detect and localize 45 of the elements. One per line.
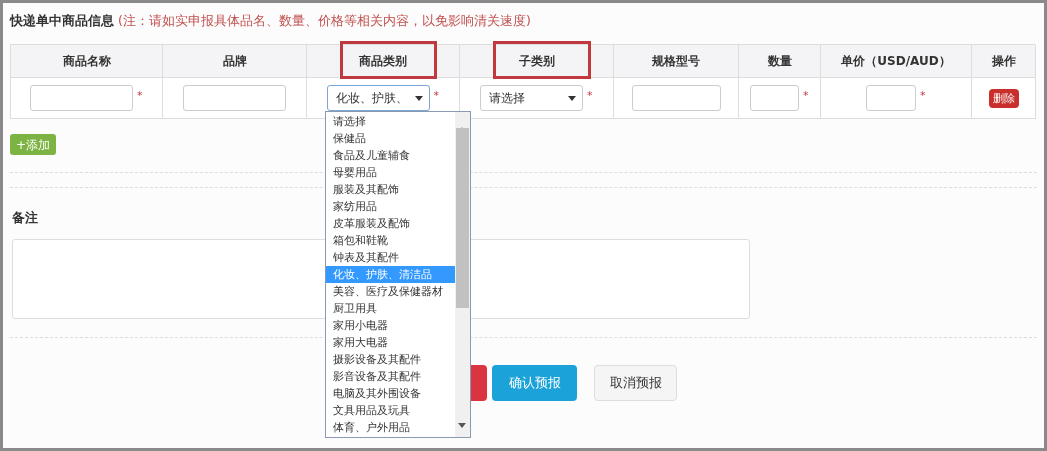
select-field[interactable]: 请选择 [480, 85, 583, 111]
caret-icon[interactable] [414, 95, 423, 101]
remarks-label: 备注 [12, 210, 38, 227]
section-title: 快递单中商品信息 [10, 13, 114, 30]
required-mark: * [803, 89, 809, 102]
dropdown-option[interactable]: 保健品 [326, 130, 455, 147]
cancel-button[interactable]: 取消预报 [594, 365, 677, 401]
scrollbar[interactable] [455, 112, 470, 437]
column-header: 商品名称 [11, 45, 163, 78]
dropdown-option[interactable]: 电脑及其外围设备 [326, 385, 455, 402]
dropdown-option[interactable]: 箱包和鞋靴 [326, 232, 455, 249]
dropdown-option[interactable]: 母婴用品 [326, 164, 455, 181]
dropdown-option[interactable]: 家用小电器 [326, 317, 455, 334]
required-mark: * [137, 89, 143, 102]
dropdown-option[interactable]: 请选择 [326, 113, 455, 130]
dropdown-option[interactable]: 体育、户外用品 [326, 419, 455, 436]
input-field[interactable] [30, 85, 133, 111]
dropdown-option[interactable]: 文具用品及玩具 [326, 402, 455, 419]
input-field[interactable] [750, 85, 799, 111]
input-field[interactable] [183, 85, 286, 111]
dropdown-option[interactable]: 美容、医疗及保健器材 [326, 283, 455, 300]
dropdown-option[interactable]: 服装及其配饰 [326, 181, 455, 198]
column-header: 品牌 [163, 45, 307, 78]
column-header: 操作 [972, 45, 1036, 78]
delete-button[interactable]: 删除 [988, 88, 1019, 108]
dropdown-option[interactable]: 家用大电器 [326, 334, 455, 351]
caret-icon[interactable] [568, 95, 576, 101]
input-field[interactable] [631, 85, 721, 111]
required-mark: * [587, 89, 593, 102]
input-field[interactable] [866, 85, 916, 111]
dropdown-option[interactable]: 皮革服装及配饰 [326, 215, 455, 232]
dropdown-option[interactable]: 影音设备及其配件 [326, 368, 455, 385]
select-field[interactable]: 化妆、护肤、 [326, 85, 430, 111]
column-header: 单价（USD/AUD） [821, 45, 972, 78]
dropdown-option[interactable]: 钟表及其配件 [326, 249, 455, 266]
required-mark: * [920, 89, 926, 102]
column-header: 规格型号 [614, 45, 739, 78]
scroll-down-icon[interactable] [458, 423, 466, 428]
column-header: 数量 [739, 45, 821, 78]
required-mark: * [433, 89, 440, 102]
dropdown-option[interactable]: 食品及儿童辅食 [326, 147, 455, 164]
notice-text: (注：请如实申报具体品名、数量、价格等相关内容，以免影响清关速度) [118, 13, 531, 30]
dropdown-option[interactable]: 家纺用品 [326, 198, 455, 215]
dropdown-option[interactable]: 摄影设备及其配件 [326, 351, 455, 368]
dropdown-option[interactable]: 厨卫用具 [326, 300, 455, 317]
